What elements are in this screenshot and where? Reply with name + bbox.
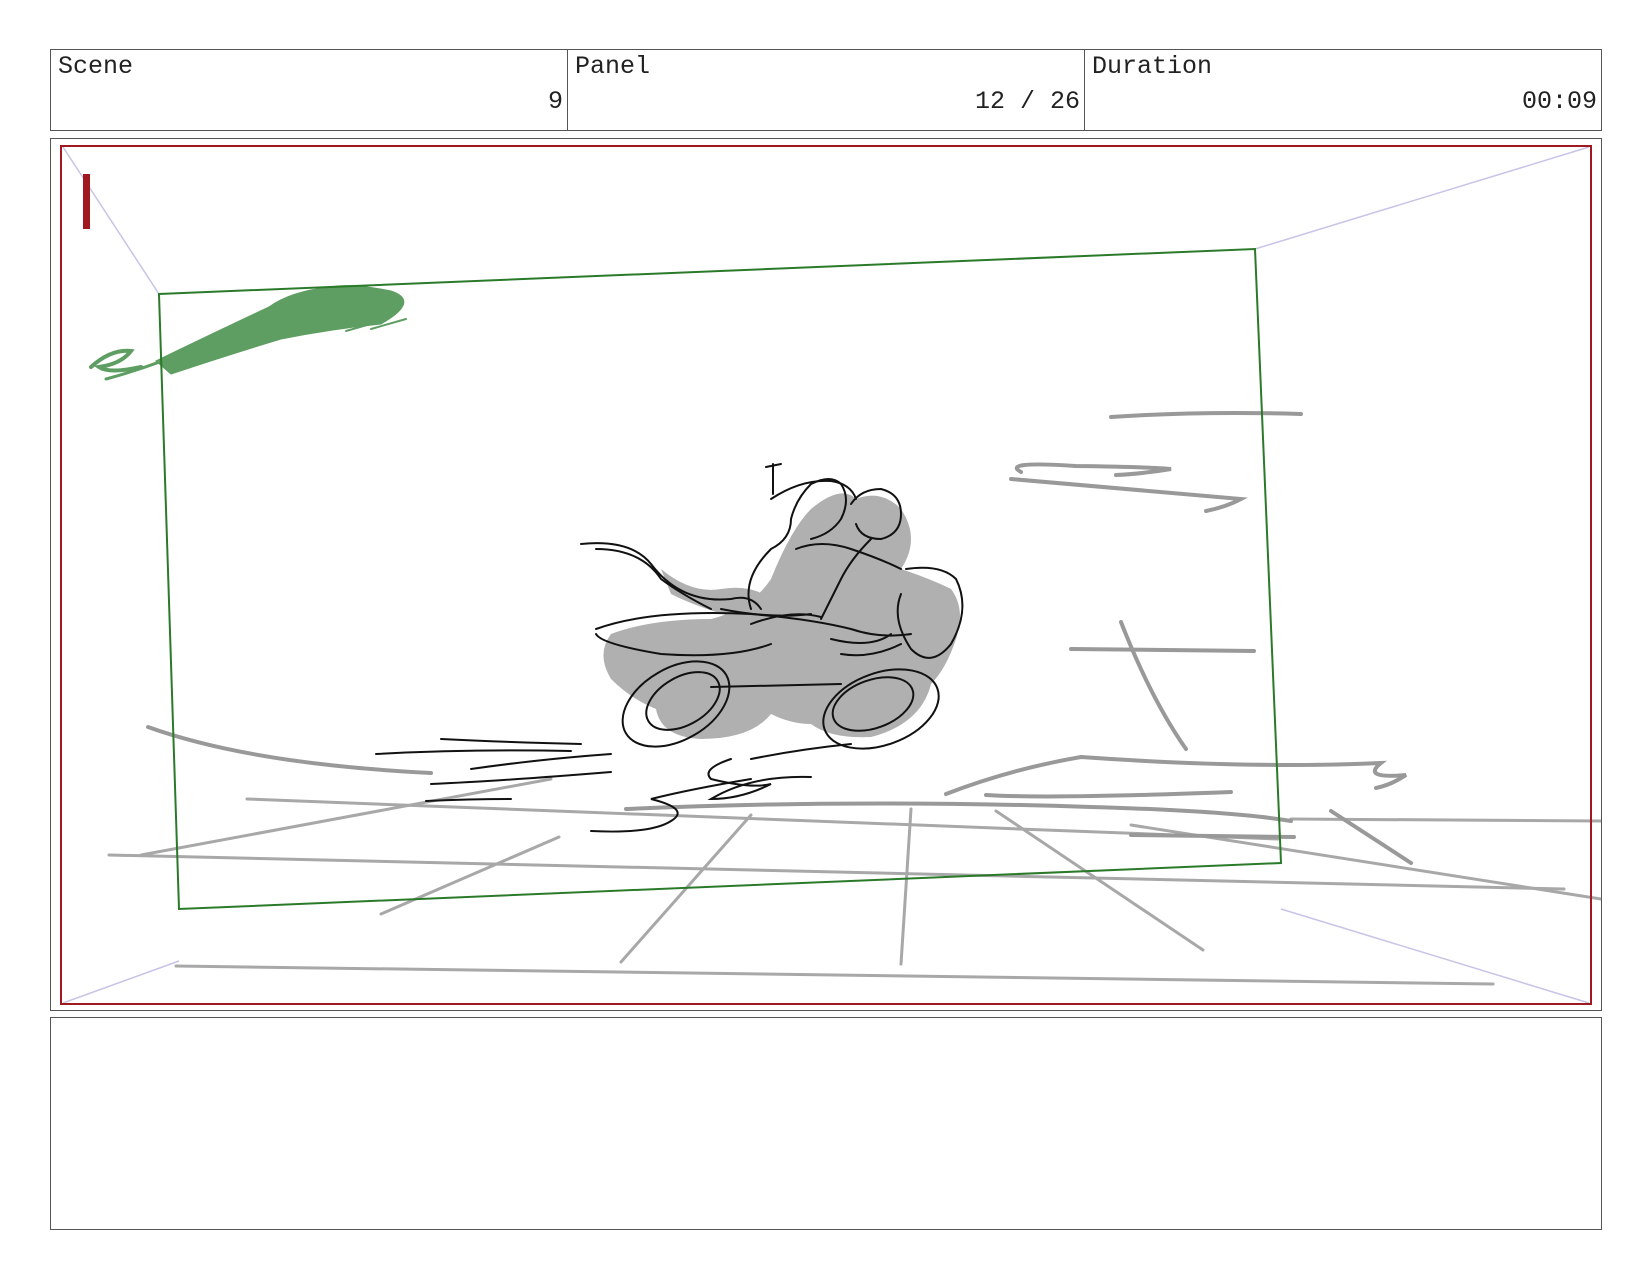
- storyboard-drawing: [60, 145, 1601, 1005]
- storyboard-frame: [50, 138, 1602, 1011]
- duration-value: 00:09: [1521, 87, 1597, 116]
- frame-marker: [83, 174, 90, 229]
- panel-label: Panel: [575, 52, 651, 81]
- panel-number: 12 / 26: [974, 87, 1080, 116]
- scene-label: Scene: [58, 52, 134, 81]
- panel-cell: Panel 12 / 26: [568, 50, 1085, 130]
- action-notes-box[interactable]: [50, 1017, 1602, 1230]
- duration-label: Duration: [1092, 52, 1213, 81]
- panel-info-header: Scene 9 Panel 12 / 26 Duration 00:09: [50, 49, 1602, 131]
- wind-strokes: [1009, 462, 1248, 513]
- characters-on-vehicle: [375, 463, 964, 833]
- scene-cell: Scene 9: [51, 50, 568, 130]
- scene-number: 9: [547, 87, 563, 116]
- flying-creature: [89, 285, 407, 381]
- duration-cell: Duration 00:09: [1085, 50, 1601, 130]
- camera-frame: [157, 247, 1283, 911]
